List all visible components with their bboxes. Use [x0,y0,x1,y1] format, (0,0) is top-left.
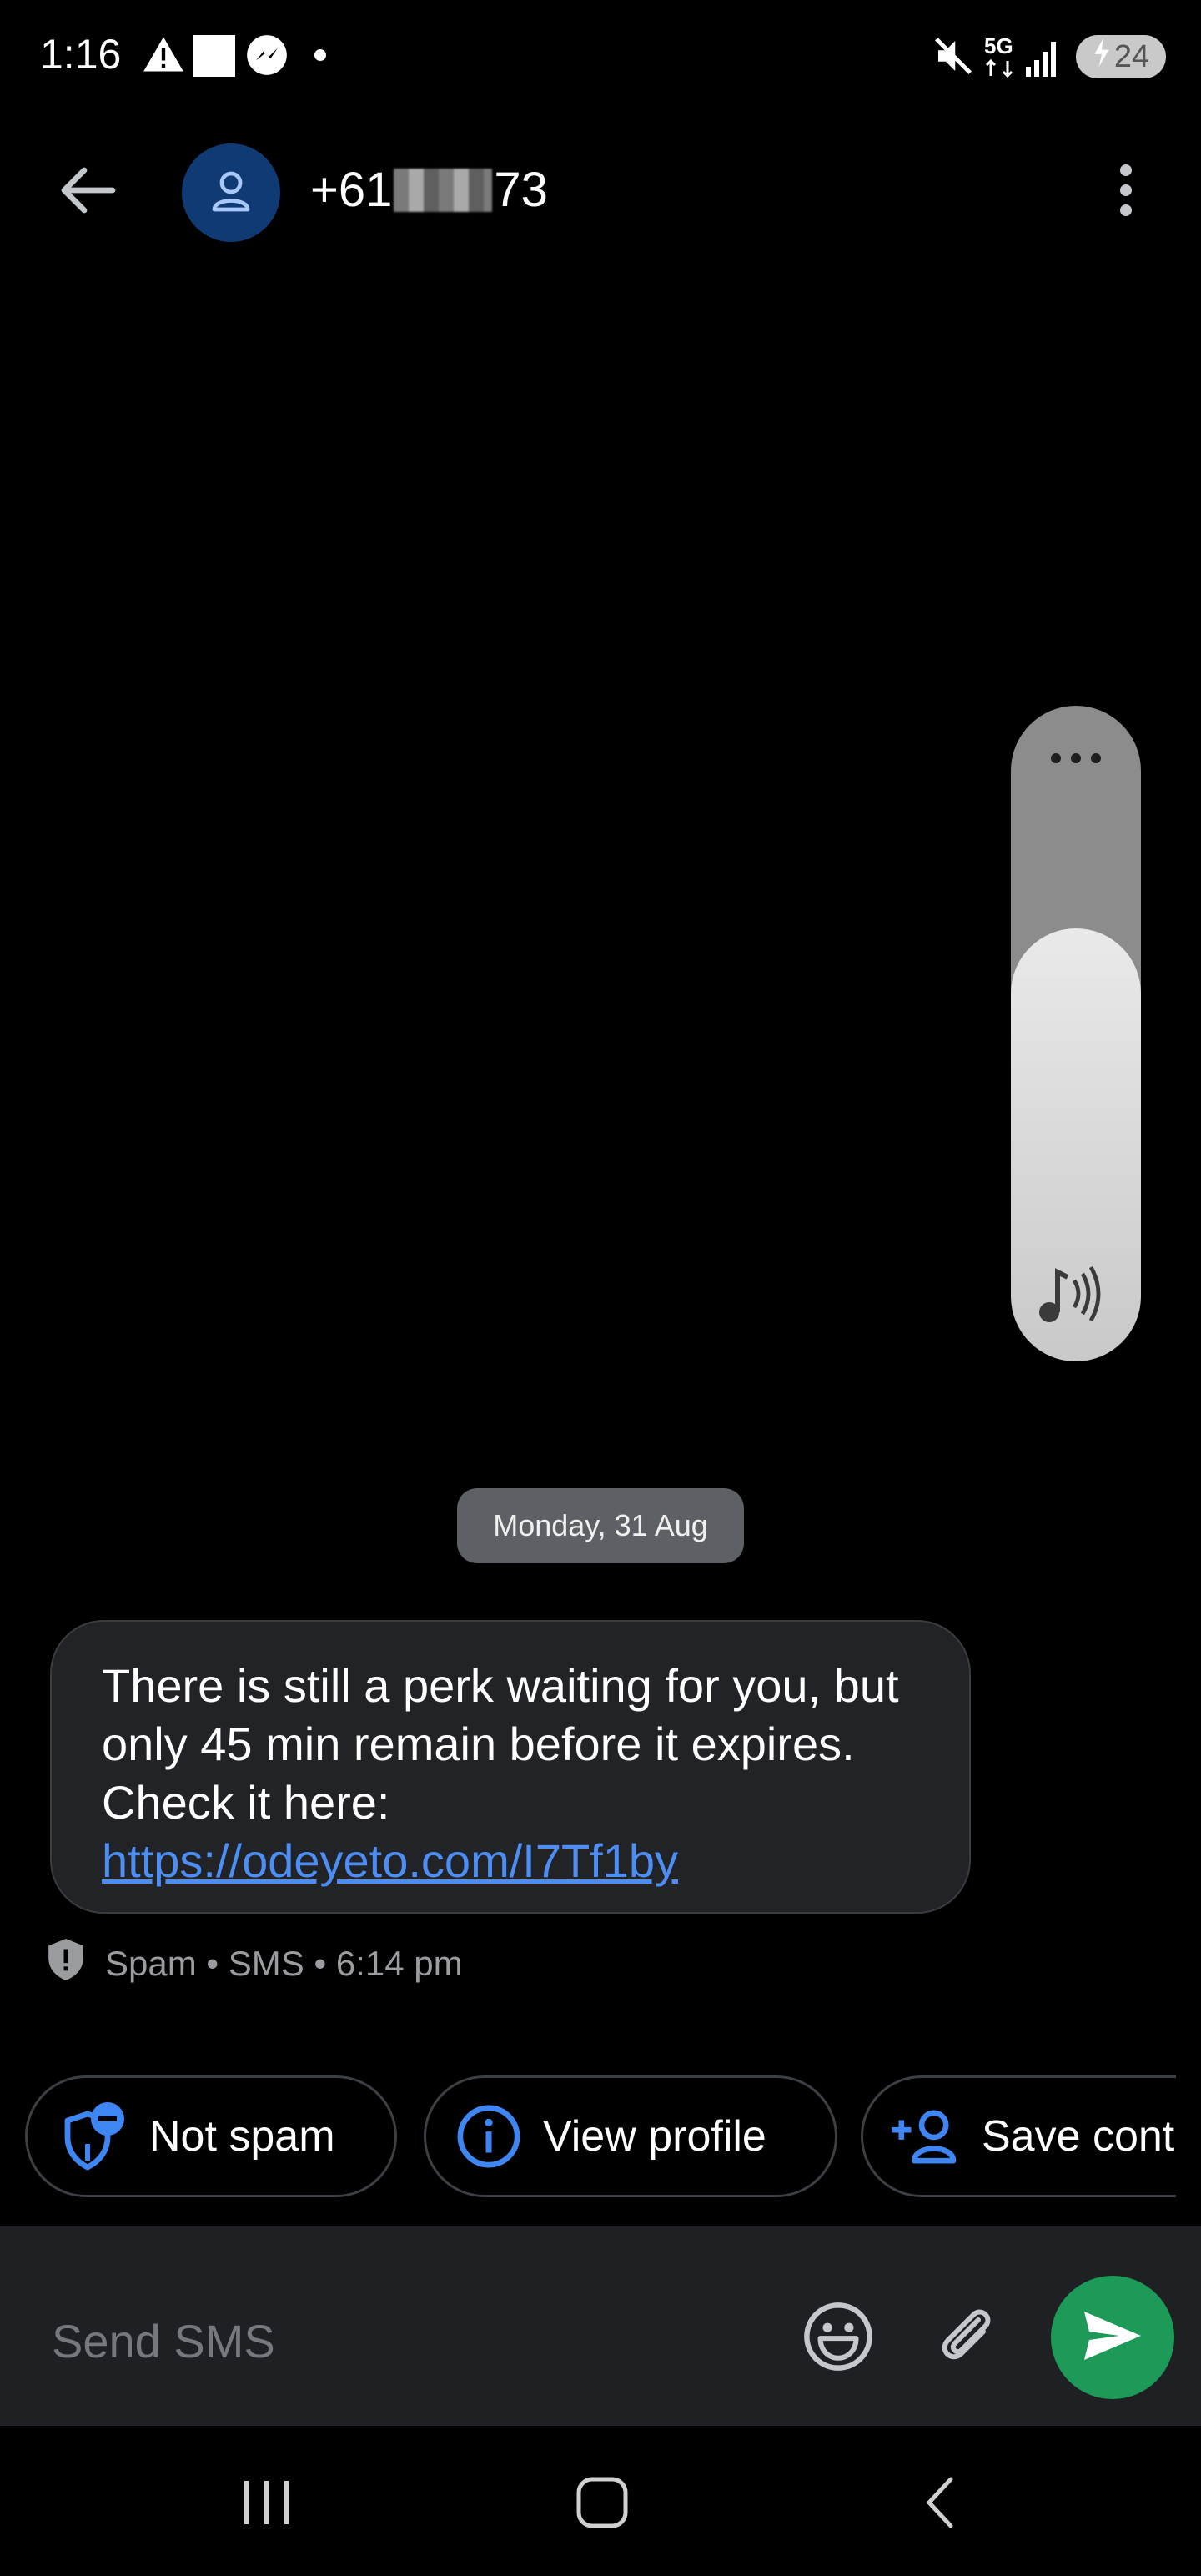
shield-minus-icon [61,2101,128,2172]
message-meta: Spam • SMS • 6:14 pm [45,1939,463,1987]
send-button[interactable] [1051,2276,1174,2399]
date-divider: Monday, 31 Aug [457,1488,744,1563]
add-person-icon [888,2107,960,2166]
message-bubble[interactable]: There is still a perk waiting for you, b… [50,1620,971,1914]
contact-avatar[interactable] [182,143,280,242]
status-time: 1:16 [40,31,122,78]
status-bar: 1:16 5G 24 [0,0,1201,117]
emoji-icon [802,2301,874,2377]
more-horizontal-icon [1050,752,1102,768]
masked-digits [394,168,493,212]
view-profile-label: View profile [543,2112,766,2161]
attach-button[interactable] [929,2301,1004,2376]
home-button[interactable] [552,2471,652,2538]
spam-shield-icon [45,1936,87,1991]
more-options-button[interactable] [1101,157,1151,227]
chevron-left-icon [922,2476,956,2533]
volume-slider[interactable] [1011,706,1141,1361]
battery-charging-icon [1093,38,1111,75]
arrow-left-icon [59,165,116,219]
message-input[interactable] [50,2311,754,2371]
battery-indicator: 24 [1076,35,1166,78]
recents-icon [241,2479,293,2530]
signal-icon [1026,38,1063,83]
network-label: 5G [984,33,1013,58]
view-profile-chip[interactable]: View profile [424,2075,837,2197]
system-back-button[interactable] [889,2471,989,2538]
message-meta-text: Spam • SMS • 6:14 pm [105,1944,463,1983]
save-contact-label: Save cont [982,2112,1175,2161]
save-contact-chip[interactable]: Save cont [861,2075,1176,2197]
number-prefix: +61 [310,163,393,217]
not-spam-label: Not spam [149,2112,335,2161]
info-icon [456,2104,521,2169]
contact-number[interactable]: +61 73 [310,162,548,218]
message-link[interactable]: https://odeyeto.com/I7Tf1by [102,1834,678,1887]
warning-icon [142,33,185,81]
mute-icon [931,33,976,83]
message-text: There is still a perk waiting for you, b… [102,1659,899,1829]
dot-icon [314,48,327,66]
recents-button[interactable] [217,2471,317,2538]
not-spam-chip[interactable]: Not spam [25,2075,397,2197]
save-contact-chip-clip: Save cont [861,2075,1176,2201]
person-icon [211,169,251,217]
paperclip-icon [935,2303,998,2374]
send-icon [1083,2310,1143,2366]
back-button[interactable] [50,158,125,225]
music-volume-icon [1034,1260,1109,1331]
number-suffix: 73 [494,163,548,217]
volume-more-button[interactable] [1011,739,1141,781]
home-icon [576,2477,628,2533]
5g-icon: 5G [984,33,1018,82]
more-vertical-icon [1118,164,1134,221]
messenger-icon [245,33,289,81]
battery-level: 24 [1113,38,1150,74]
emoji-button[interactable] [801,2301,876,2376]
white-square-icon [193,35,235,81]
